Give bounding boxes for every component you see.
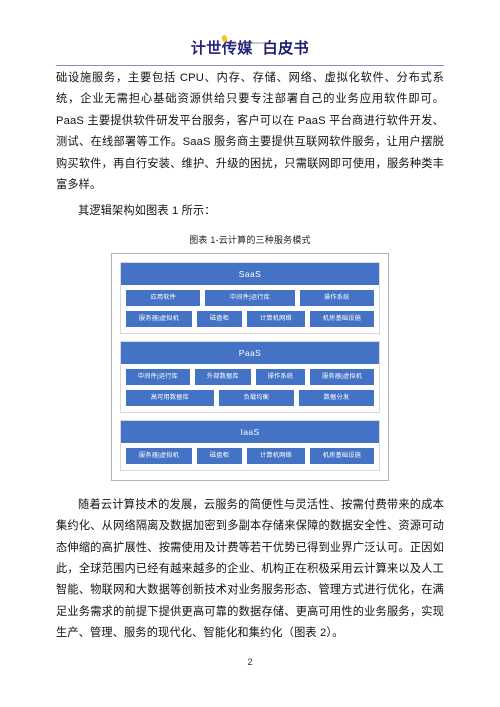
- chip-item: 计算机网络: [247, 310, 305, 327]
- layer-saas-title: SaaS: [121, 262, 379, 285]
- layer-paas-title: PaaS: [121, 341, 379, 364]
- brand-micro-text: CHINA COMPUTERWORLD: [227, 42, 267, 45]
- chip-item: 负载均衡: [218, 389, 294, 406]
- cloud-service-models-diagram: SaaS 应用软件 中间件|运行库 操作系统 服务器|虚拟机 磁盘柜 计算机网络…: [111, 252, 389, 481]
- paragraph-figure-lead: 其逻辑架构如图表 1 所示：: [78, 205, 216, 218]
- layer-saas: SaaS 应用软件 中间件|运行库 操作系统 服务器|虚拟机 磁盘柜 计算机网络…: [120, 261, 380, 334]
- layer-saas-row-2: 服务器|虚拟机 磁盘柜 计算机网络 机房基础设施: [126, 310, 375, 327]
- layer-saas-body: 应用软件 中间件|运行库 操作系统 服务器|虚拟机 磁盘柜 计算机网络 机房基础…: [121, 284, 379, 333]
- layer-paas: PaaS 中间件|运行库 外部数据库 操作系统 服务器|虚拟机 高可用数据库 负…: [120, 340, 380, 413]
- layer-paas-body: 中间件|运行库 外部数据库 操作系统 服务器|虚拟机 高可用数据库 负载均衡 数…: [121, 363, 379, 412]
- chip-item: 数据分发: [298, 389, 374, 406]
- header-divider: [56, 65, 444, 66]
- page-header: 计世传媒 CHINA COMPUTERWORLD 白皮书: [0, 34, 500, 58]
- chip-item: 外部数据库: [194, 368, 251, 385]
- chip-item: 操作系统: [255, 368, 306, 385]
- chip-item: 中间件|运行库: [126, 368, 190, 385]
- paragraph-conclusion: 随着云计算技术的发展，云服务的简便性与灵活性、按需付费带来的成本集约化、从网络隔…: [56, 498, 444, 640]
- brand-name: 计世传媒 CHINA COMPUTERWORLD: [191, 34, 266, 57]
- chip-item: 高可用数据库: [126, 389, 214, 406]
- chip-item: 服务器|虚拟机: [310, 368, 375, 385]
- document-page: 计世传媒 CHINA COMPUTERWORLD 白皮书 础设施服务，主要包括 …: [0, 0, 500, 707]
- chip-item: 服务器|虚拟机: [126, 447, 192, 464]
- layer-saas-row-1: 应用软件 中间件|运行库 操作系统: [126, 289, 374, 306]
- chip-item: 应用软件: [126, 289, 201, 306]
- chip-item: 操作系统: [299, 289, 374, 306]
- chip-item: 机房基础设施: [309, 310, 375, 327]
- chip-item: 计算机网络: [247, 447, 305, 464]
- layer-iaas: IaaS 服务器|虚拟机 磁盘柜 计算机网络 机房基础设施: [120, 419, 380, 471]
- document-type-label: 白皮书: [262, 40, 310, 57]
- layer-paas-row-1: 中间件|运行库 外部数据库 操作系统 服务器|虚拟机: [126, 368, 375, 385]
- layer-iaas-row-1: 服务器|虚拟机 磁盘柜 计算机网络 机房基础设施: [126, 447, 375, 464]
- chip-item: 机房基础设施: [309, 447, 375, 464]
- chip-item: 磁盘柜: [197, 310, 243, 327]
- layer-iaas-body: 服务器|虚拟机 磁盘柜 计算机网络 机房基础设施: [121, 442, 379, 470]
- figure-caption: 图表 1-云计算的三种服务模式: [189, 234, 311, 245]
- chip-item: 磁盘柜: [197, 447, 243, 464]
- layer-iaas-title: IaaS: [121, 420, 379, 443]
- page-content: 础设施服务，主要包括 CPU、内存、存储、网络、虚拟化软件、分布式系统，企业无需…: [56, 68, 444, 645]
- paragraph-intro: 础设施服务，主要包括 CPU、内存、存储、网络、虚拟化软件、分布式系统，企业无需…: [56, 72, 444, 192]
- chip-item: 中间件|运行库: [205, 289, 295, 306]
- spark-icon: [221, 34, 228, 43]
- chip-item: 服务器|虚拟机: [126, 310, 192, 327]
- layer-paas-row-2: 高可用数据库 负载均衡 数据分发: [126, 389, 374, 406]
- page-number: 2: [247, 657, 253, 667]
- publisher-logo: 计世传媒 CHINA COMPUTERWORLD 白皮书: [191, 34, 310, 58]
